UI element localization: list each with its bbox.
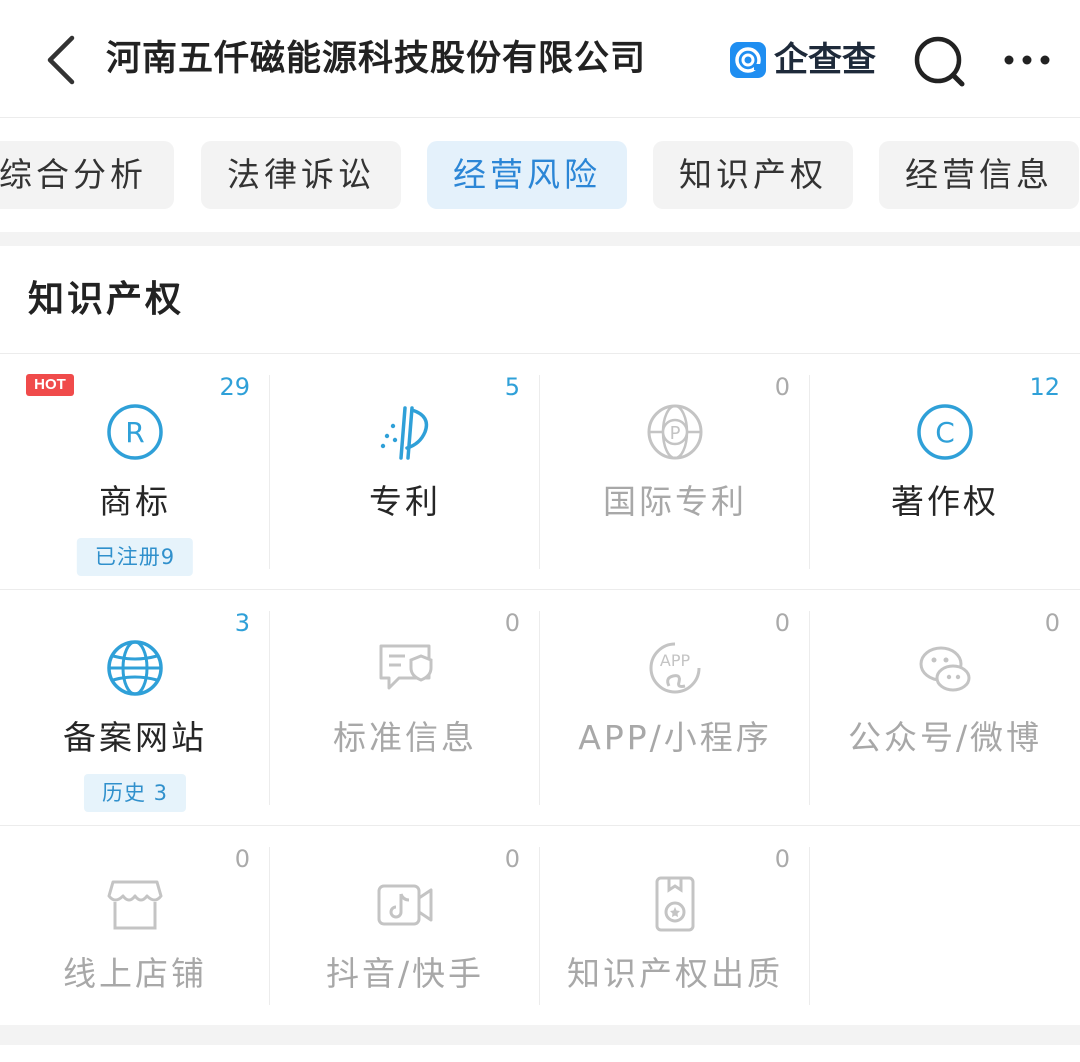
- tab-intellectual-property[interactable]: 知识产权: [653, 141, 853, 209]
- page-title: 河南五仟磁能源科技股份有限公司: [106, 39, 647, 79]
- tab-comprehensive-analysis[interactable]: 综合分析: [0, 141, 174, 209]
- item-label: 知识产权出质: [567, 954, 783, 993]
- app-icon: APP: [645, 638, 705, 698]
- item-label: 商标: [99, 482, 171, 521]
- item-count: 12: [1029, 373, 1060, 401]
- section-title: 知识产权: [28, 279, 185, 320]
- ip-item-standard-info[interactable]: 0 标准信息: [270, 590, 540, 826]
- globe-icon: [105, 638, 165, 698]
- item-count: 0: [1044, 609, 1060, 637]
- item-label: 线上店铺: [63, 954, 207, 993]
- tab-business-risk[interactable]: 经营风险: [427, 141, 627, 209]
- category-tab-bar: 综合分析 法律诉讼 经营风险 知识产权 经营信息: [0, 118, 1080, 230]
- ip-item-patent[interactable]: 5 专利: [270, 354, 540, 590]
- registered-count-tag[interactable]: 已注册9: [76, 538, 194, 576]
- item-label: APP/小程序: [578, 718, 772, 757]
- hot-badge: HOT: [26, 374, 74, 396]
- tab-business-info[interactable]: 经营信息: [879, 141, 1079, 209]
- item-count: 29: [219, 373, 250, 401]
- item-label: 专利: [369, 482, 441, 521]
- item-label: 国际专利: [603, 482, 747, 521]
- ip-item-registered-website[interactable]: 3 备案网站 历史 3: [0, 590, 270, 826]
- svg-text:P: P: [670, 423, 681, 444]
- item-count: 0: [504, 845, 520, 873]
- short-video-icon: [375, 874, 435, 934]
- ip-item-wechat-weibo[interactable]: 0 公众号/微博: [810, 590, 1080, 826]
- item-count: 0: [774, 373, 790, 401]
- more-options-icon[interactable]: [1000, 44, 1054, 76]
- svg-text:APP: APP: [660, 651, 691, 670]
- search-icon[interactable]: [910, 32, 968, 90]
- copyright-icon: C: [915, 402, 975, 462]
- item-label: 标准信息: [333, 718, 477, 757]
- standard-info-icon: [375, 638, 435, 698]
- wechat-weibo-icon: [915, 638, 975, 698]
- history-count-tag[interactable]: 历史 3: [83, 774, 187, 812]
- globe-patent-icon: P: [645, 402, 705, 462]
- ip-item-app-mini-program[interactable]: 0 APP APP/小程序: [540, 590, 810, 826]
- item-label: 抖音/快手: [325, 954, 485, 993]
- item-label: 公众号/微博: [847, 718, 1043, 757]
- ip-item-copyright[interactable]: 12 C 著作权: [810, 354, 1080, 590]
- item-count: 0: [774, 609, 790, 637]
- patent-icon: [375, 402, 435, 462]
- item-count: 0: [774, 845, 790, 873]
- svg-text:R: R: [125, 416, 144, 449]
- item-count: 5: [504, 373, 520, 401]
- item-count: 0: [234, 845, 250, 873]
- shop-icon: [105, 874, 165, 934]
- ip-item-international-patent[interactable]: 0 P 国际专利: [540, 354, 810, 590]
- bottom-separator: [0, 1025, 1080, 1045]
- brand-name: 企查查: [774, 40, 876, 80]
- back-arrow-icon[interactable]: [40, 34, 90, 86]
- item-count: 0: [504, 609, 520, 637]
- item-count: 3: [234, 609, 250, 637]
- svg-text:C: C: [935, 416, 955, 449]
- qichacha-brand-button[interactable]: 企查查: [730, 40, 876, 80]
- item-label: 备案网站: [63, 718, 207, 757]
- item-label: 著作权: [891, 482, 999, 521]
- section-separator: [0, 232, 1080, 246]
- top-navigation-bar: 河南五仟磁能源科技股份有限公司 企查查: [0, 0, 1080, 118]
- tab-legal-litigation[interactable]: 法律诉讼: [201, 141, 401, 209]
- ip-pledge-icon: [645, 874, 705, 934]
- qichacha-logo-icon: [730, 42, 766, 78]
- registered-trademark-icon: R: [105, 402, 165, 462]
